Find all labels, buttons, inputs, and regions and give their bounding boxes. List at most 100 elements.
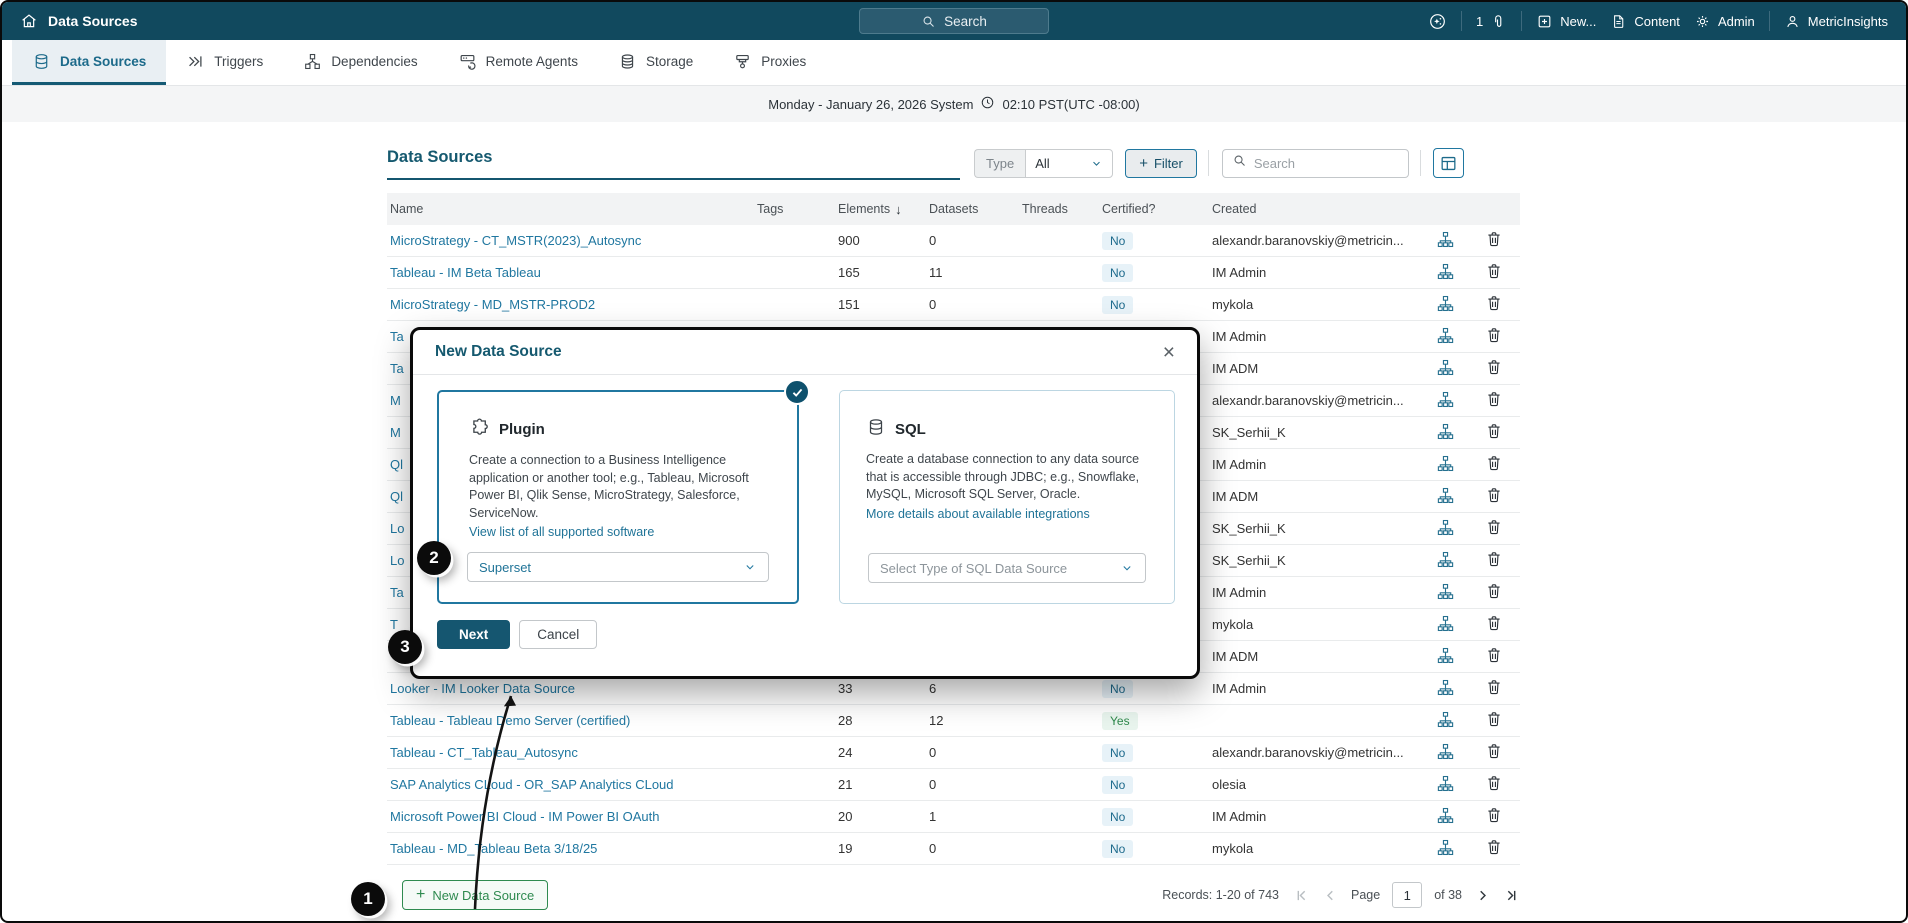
delete-button[interactable]	[1485, 742, 1503, 763]
delete-button[interactable]	[1485, 550, 1503, 571]
next-page-button[interactable]	[1474, 887, 1491, 904]
lineage-button[interactable]	[1436, 710, 1455, 732]
plugin-type-select[interactable]: Superset	[467, 552, 769, 582]
data-source-link[interactable]: Tableau - MD_Tableau Beta 3/18/25	[390, 841, 597, 856]
tab-triggers[interactable]: Triggers	[166, 40, 283, 85]
lineage-button[interactable]	[1436, 230, 1455, 252]
data-source-link[interactable]: Ql	[390, 457, 403, 472]
lineage-button[interactable]	[1436, 422, 1455, 444]
delete-button[interactable]	[1485, 390, 1503, 411]
cancel-button[interactable]: Cancel	[519, 620, 597, 649]
column-header-name[interactable]: Name	[387, 202, 754, 216]
sql-type-select[interactable]: Select Type of SQL Data Source	[868, 553, 1146, 583]
prev-page-button[interactable]	[1322, 887, 1339, 904]
column-header-datasets[interactable]: Datasets	[926, 202, 1019, 216]
next-button[interactable]: Next	[437, 620, 510, 649]
delete-button[interactable]	[1485, 646, 1503, 667]
sql-option-card[interactable]: SQL Create a database connection to any …	[839, 390, 1175, 604]
delete-button[interactable]	[1485, 582, 1503, 603]
column-header-threads[interactable]: Threads	[1019, 202, 1099, 216]
delete-button[interactable]	[1485, 422, 1503, 443]
delete-button[interactable]	[1485, 806, 1503, 827]
lineage-button[interactable]	[1436, 518, 1455, 540]
lineage-button[interactable]	[1436, 678, 1455, 700]
sql-integrations-link[interactable]: More details about available integration…	[866, 507, 1148, 521]
home-icon[interactable]	[20, 12, 38, 30]
ai-assistant-icon[interactable]	[1428, 12, 1447, 31]
delete-button[interactable]	[1485, 678, 1503, 699]
data-source-link[interactable]: Ta	[390, 361, 404, 376]
close-icon[interactable]: ×	[1163, 342, 1175, 363]
attachments-button[interactable]: 1	[1476, 13, 1507, 30]
column-header-certified[interactable]: Certified?	[1099, 202, 1209, 216]
column-settings-button[interactable]	[1433, 148, 1464, 178]
delete-button[interactable]	[1485, 230, 1503, 251]
delete-button[interactable]	[1485, 838, 1503, 859]
user-menu-button[interactable]: MetricInsights	[1784, 13, 1888, 30]
tab-proxies[interactable]: Proxies	[713, 40, 826, 85]
plugin-option-card[interactable]: Plugin Create a connection to a Business…	[437, 390, 799, 604]
lineage-button[interactable]	[1436, 614, 1455, 636]
lineage-button[interactable]	[1436, 454, 1455, 476]
delete-button[interactable]	[1485, 614, 1503, 635]
tab-dependencies[interactable]: Dependencies	[283, 40, 437, 85]
lineage-button[interactable]	[1436, 358, 1455, 380]
data-source-link[interactable]: Tableau - CT_Tableau_Autosync	[390, 745, 578, 760]
data-source-link[interactable]: Ql	[390, 489, 403, 504]
admin-menu-button[interactable]: Admin	[1694, 13, 1755, 30]
lineage-button[interactable]	[1436, 774, 1455, 796]
column-header-created[interactable]: Created	[1209, 202, 1424, 216]
data-source-link[interactable]: Lo	[390, 521, 404, 536]
plugin-supported-software-link[interactable]: View list of all supported software	[469, 525, 767, 539]
delete-button[interactable]	[1485, 710, 1503, 731]
lineage-button[interactable]	[1436, 262, 1455, 284]
data-source-link[interactable]: Tableau - Tableau Demo Server (certified…	[390, 713, 630, 728]
first-page-button[interactable]	[1293, 887, 1310, 904]
data-source-link[interactable]: M	[390, 393, 401, 408]
delete-button[interactable]	[1485, 486, 1503, 507]
data-source-link[interactable]: M	[390, 425, 401, 440]
data-source-link[interactable]: Looker - IM Looker Data Source	[390, 681, 575, 696]
delete-button[interactable]	[1485, 454, 1503, 475]
delete-button[interactable]	[1485, 518, 1503, 539]
lineage-button[interactable]	[1436, 390, 1455, 412]
delete-button[interactable]	[1485, 326, 1503, 347]
lineage-button[interactable]	[1436, 582, 1455, 604]
lineage-button[interactable]	[1436, 838, 1455, 860]
table-search-input[interactable]	[1254, 156, 1399, 171]
lineage-button[interactable]	[1436, 326, 1455, 348]
data-source-link[interactable]: T	[390, 617, 398, 632]
table-search[interactable]	[1222, 149, 1409, 178]
data-source-link[interactable]: Microsoft Power BI Cloud - IM Power BI O…	[390, 809, 659, 824]
new-menu-button[interactable]: New...	[1536, 13, 1596, 30]
data-source-link[interactable]: MicroStrategy - CT_MSTR(2023)_Autosync	[390, 233, 641, 248]
lineage-button[interactable]	[1436, 550, 1455, 572]
tab-data-sources[interactable]: Data Sources	[12, 40, 166, 85]
delete-button[interactable]	[1485, 358, 1503, 379]
data-source-link[interactable]: SAP Analytics CLoud - OR_SAP Analytics C…	[390, 777, 674, 792]
content-menu-button[interactable]: Content	[1610, 13, 1680, 30]
delete-button[interactable]	[1485, 262, 1503, 283]
global-search[interactable]: Search	[859, 8, 1049, 34]
lineage-button[interactable]	[1436, 646, 1455, 668]
lineage-button[interactable]	[1436, 486, 1455, 508]
page-number-input[interactable]	[1392, 882, 1422, 908]
tab-storage[interactable]: Storage	[598, 40, 713, 85]
type-filter-select[interactable]: All	[1025, 149, 1113, 178]
filter-button[interactable]: + Filter	[1125, 149, 1197, 178]
delete-button[interactable]	[1485, 774, 1503, 795]
data-source-link[interactable]: Ta	[390, 329, 404, 344]
column-header-tags[interactable]: Tags	[754, 202, 835, 216]
data-source-link[interactable]: Ta	[390, 585, 404, 600]
data-source-link[interactable]: Lo	[390, 553, 404, 568]
new-data-source-button[interactable]: + New Data Source	[402, 880, 548, 910]
lineage-button[interactable]	[1436, 742, 1455, 764]
last-page-button[interactable]	[1503, 887, 1520, 904]
column-header-elements[interactable]: Elements↓	[835, 202, 926, 217]
data-source-link[interactable]: Tableau - IM Beta Tableau	[390, 265, 541, 280]
delete-button[interactable]	[1485, 294, 1503, 315]
lineage-button[interactable]	[1436, 294, 1455, 316]
tab-remote-agents[interactable]: Remote Agents	[438, 40, 598, 85]
data-source-link[interactable]: MicroStrategy - MD_MSTR-PROD2	[390, 297, 595, 312]
lineage-button[interactable]	[1436, 806, 1455, 828]
